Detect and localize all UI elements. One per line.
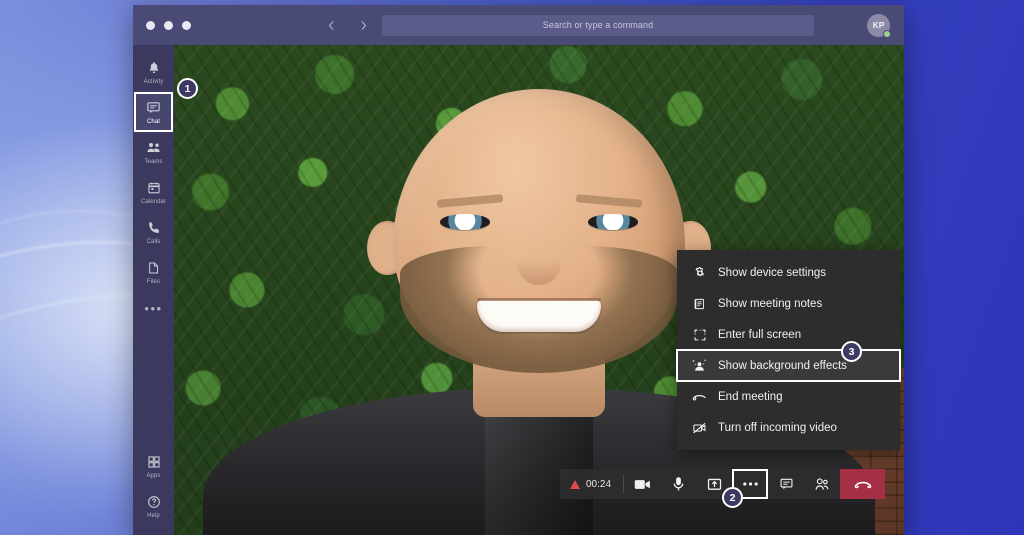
close-window-button[interactable]: [146, 20, 155, 30]
sidebar-item-calendar[interactable]: Calendar: [135, 173, 172, 211]
step-badge-1: 1: [177, 78, 198, 99]
maximize-window-button[interactable]: [182, 20, 191, 30]
sidebar-item-teams[interactable]: Teams: [135, 133, 172, 171]
menu-item-show-device-settings[interactable]: Show device settings: [677, 257, 900, 288]
sidebar-item-calls[interactable]: Calls: [135, 213, 172, 251]
menu-item-enter-full-screen[interactable]: Enter full screen: [677, 319, 900, 350]
desktop-background: Search or type a command KP Activity Cha…: [0, 0, 1024, 535]
sidebar-item-label: Chat: [146, 118, 161, 125]
avatar[interactable]: KP: [867, 13, 891, 38]
menu-item-turn-off-incoming-video[interactable]: Turn off incoming video: [677, 412, 900, 443]
warning-triangle-icon: [570, 479, 580, 489]
sidebar-item-label: Calls: [146, 238, 161, 245]
participant-mouth: [476, 297, 602, 332]
menu-item-label: Show background effects: [718, 359, 847, 372]
forward-icon[interactable]: [355, 17, 371, 33]
avatar-initials: KP: [872, 20, 885, 30]
fullscreen-icon: [690, 328, 709, 342]
sidebar-item-label: Activity: [143, 78, 164, 85]
search-placeholder: Search or type a command: [542, 20, 654, 30]
call-timer: 00:24: [560, 469, 623, 499]
hangup-icon: [690, 389, 709, 404]
presence-indicator: [883, 29, 891, 38]
sidebar-item-label: Teams: [144, 158, 163, 165]
camera-icon[interactable]: [624, 469, 660, 499]
back-icon[interactable]: [323, 17, 339, 33]
menu-item-end-meeting[interactable]: End meeting: [677, 381, 900, 412]
menu-item-label: Show meeting notes: [718, 297, 823, 310]
menu-item-label: Enter full screen: [718, 328, 802, 341]
bell-icon: [147, 59, 161, 76]
sidebar-item-help[interactable]: Help: [135, 487, 172, 525]
sidebar-item-label: Calendar: [140, 198, 167, 205]
step-badge-2: 2: [722, 487, 743, 508]
sidebar-item-label: Files: [146, 278, 161, 285]
apps-icon: [147, 453, 161, 470]
menu-item-label: End meeting: [718, 390, 783, 403]
menu-item-label: Show device settings: [718, 266, 827, 279]
search-input[interactable]: Search or type a command: [382, 14, 814, 36]
notes-icon: [690, 297, 709, 311]
menu-item-show-meeting-notes[interactable]: Show meeting notes: [677, 288, 900, 319]
menu-item-label: Turn off incoming video: [718, 421, 837, 434]
sidebar-item-files[interactable]: Files: [135, 253, 172, 291]
teams-icon: [146, 139, 162, 156]
menu-item-show-background-effects[interactable]: Show background effects: [676, 349, 901, 382]
teams-app-window: Search or type a command KP Activity Cha…: [133, 5, 904, 535]
phone-icon: [147, 219, 161, 236]
hangup-button[interactable]: [840, 469, 886, 499]
calendar-icon: [147, 179, 161, 196]
app-body: Activity Chat Teams Calendar Calls Files…: [133, 45, 904, 535]
call-timer-value: 00:24: [586, 478, 612, 490]
gear-icon: [690, 266, 709, 280]
sidebar-item-activity[interactable]: Activity: [135, 53, 172, 91]
participants-icon[interactable]: [804, 469, 840, 499]
files-icon: [147, 259, 160, 276]
minimize-window-button[interactable]: [164, 20, 173, 30]
sidebar-item-label: Help: [147, 512, 160, 519]
more-actions-context-menu[interactable]: Show device settings Show meeting notes: [676, 250, 901, 450]
window-controls[interactable]: [146, 20, 191, 30]
participant-eye: [440, 214, 491, 230]
left-app-rail: Activity Chat Teams Calendar Calls Files…: [133, 45, 174, 535]
participant-eye: [587, 214, 638, 230]
video-off-icon: [690, 421, 709, 435]
chat-icon: [146, 99, 161, 116]
background-effects-icon: [690, 358, 709, 373]
meeting-video-stage[interactable]: Show device settings Show meeting notes: [174, 45, 904, 535]
step-badge-3: 3: [841, 341, 862, 362]
more-apps-icon[interactable]: •••: [144, 293, 162, 323]
sidebar-item-chat[interactable]: Chat: [134, 92, 173, 132]
sidebar-item-label: Apps: [146, 472, 161, 479]
chat-bubble-icon[interactable]: [768, 469, 804, 499]
sidebar-item-apps[interactable]: Apps: [135, 447, 172, 485]
help-icon: [147, 493, 161, 510]
microphone-icon[interactable]: [660, 469, 696, 499]
title-bar: Search or type a command KP: [133, 5, 904, 45]
